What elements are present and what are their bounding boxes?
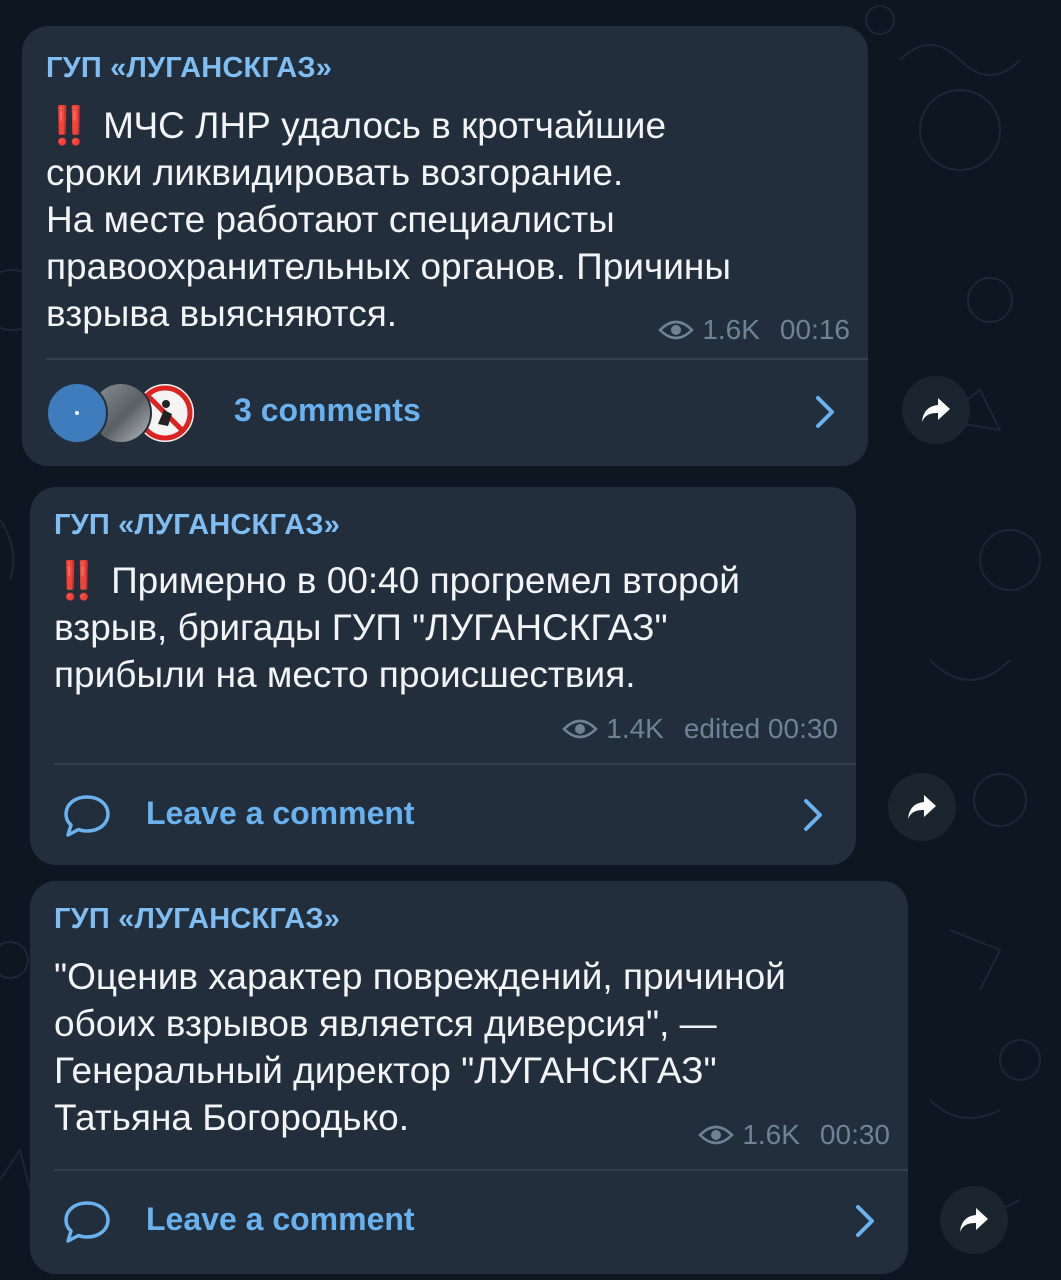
post-author[interactable]: ГУП «ЛУГАНСКГАЗ» [54,509,340,542]
commenter-avatars [46,382,206,444]
comment-bubble-icon [64,1201,110,1243]
post-author[interactable]: ГУП «ЛУГАНСКГАЗ» [46,52,332,85]
comments-label: Leave a comment [146,1201,415,1237]
eye-icon [658,320,695,340]
avatar [46,382,108,444]
channel-post-1: ГУП «ЛУГАНСКГАЗ» ‼️ МЧС ЛНР удалось в кро… [22,26,868,466]
comments-button[interactable]: 3 comments [22,362,868,462]
view-count: 1.4K [606,713,664,744]
post-text: ‼️ МЧС ЛНР удалось в кротчайшие сроки лик… [46,102,731,337]
post-author[interactable]: ГУП «ЛУГАНСКГАЗ» [54,903,340,936]
comments-label: Leave a comment [146,795,415,831]
chevron-right-icon [856,1205,874,1237]
share-button[interactable] [940,1186,1008,1254]
share-button[interactable] [888,773,956,841]
share-arrow-icon [960,1208,988,1232]
eye-icon [698,1125,735,1145]
post-time: edited 00:30 [683,713,838,744]
comments-label: 3 comments [234,392,421,428]
leave-comment-button[interactable]: Leave a comment [30,1171,908,1271]
double-exclamation-icon: ‼️ [46,105,92,146]
post-time: 00:16 [779,314,850,345]
view-count: 1.6K [742,1119,800,1150]
post-meta: 1.4K edited 00:30 [562,713,838,745]
share-arrow-icon [922,398,950,422]
eye-icon [562,719,599,739]
chevron-right-icon [804,799,822,831]
divider [46,358,868,360]
post-text: "Оценив характер повреждений, причиной о… [54,956,786,1138]
post-meta: 1.6K 00:16 [658,314,850,346]
channel-post-3: ГУП «ЛУГАНСКГАЗ» "Оценив характер повреж… [30,881,908,1274]
post-body: МЧС ЛНР удалось в кротчайшие сроки ликви… [46,105,731,334]
view-count: 1.6K [702,314,760,345]
leave-comment-button[interactable]: Leave a comment [30,765,856,865]
channel-post-2: ГУП «ЛУГАНСКГАЗ» ‼️ Примерно в 00:40 прог… [30,487,856,865]
comment-bubble-icon [64,795,110,837]
chevron-right-icon [816,396,834,428]
post-text: ‼️ Примерно в 00:40 прогремел второй взры… [54,557,740,698]
post-body: Примерно в 00:40 прогремел второй взрыв,… [54,560,740,695]
post-time: 00:30 [819,1119,890,1150]
double-exclamation-icon: ‼️ [54,560,100,601]
share-button[interactable] [902,376,970,444]
post-meta: 1.6K 00:30 [698,1119,890,1151]
share-arrow-icon [908,795,936,819]
